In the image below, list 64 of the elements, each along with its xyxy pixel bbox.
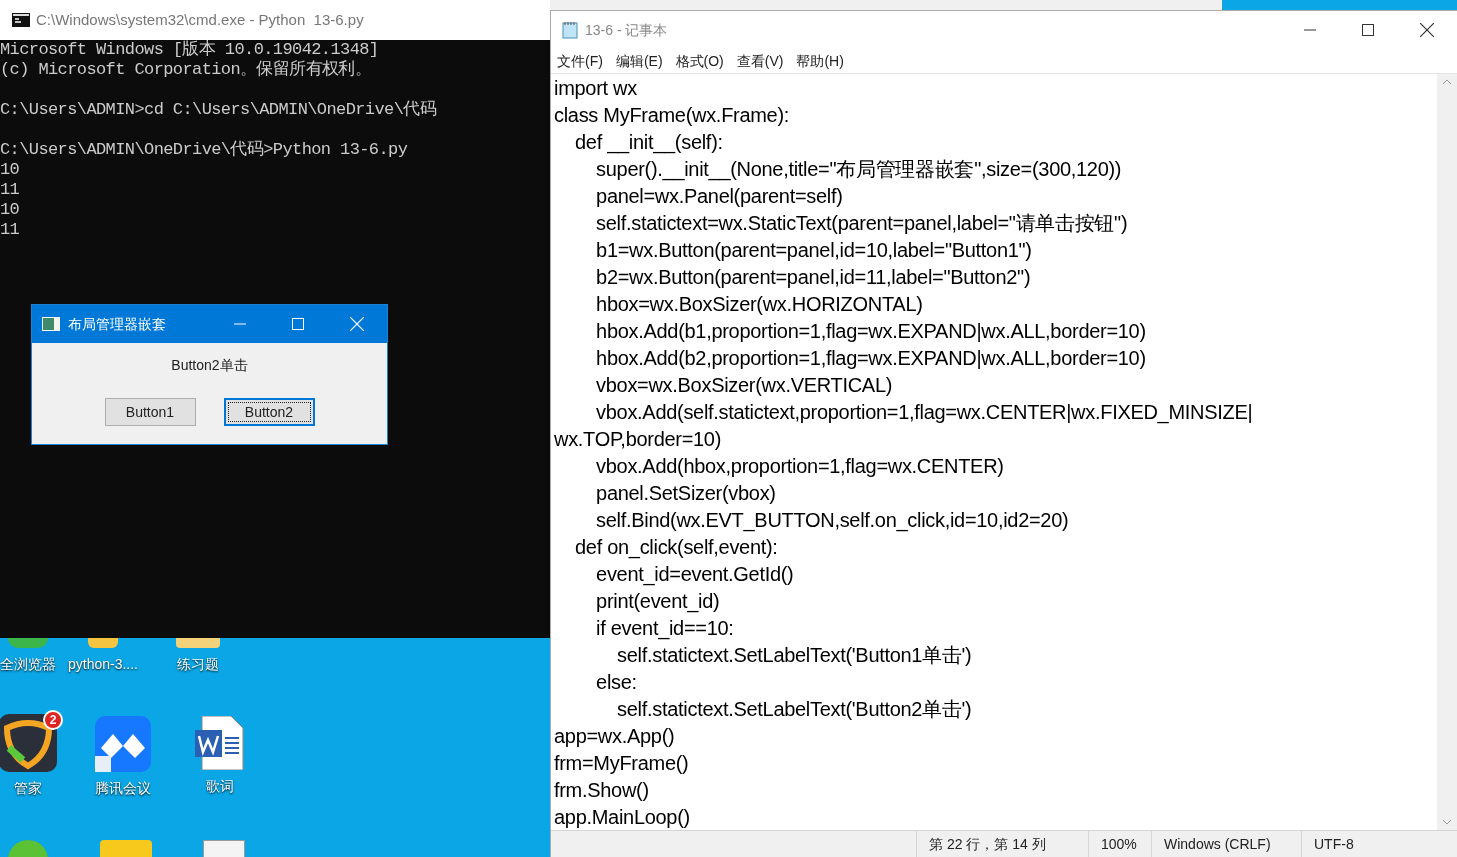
menu-item[interactable]: 查看(V) — [736, 50, 784, 72]
code-line: wx.TOP,border=10) — [554, 427, 723, 452]
window-title: 13-6 - 记事本 — [585, 20, 668, 40]
window-icon — [42, 317, 60, 331]
code-line: def on_click(self,event): — [574, 535, 779, 561]
status-label: Button2单击 — [171, 356, 248, 375]
meeting-app-icon[interactable] — [95, 716, 151, 772]
vertical-scrollbar[interactable] — [1437, 74, 1457, 830]
code-line: app=wx.App() — [554, 724, 676, 749]
menu-item[interactable]: 编辑(E) — [615, 50, 663, 72]
code-line: self.statictext.SetLabelText('Button2单击') — [616, 697, 973, 722]
window-title: C:\Windows\system32\cmd.exe - Python 13-6.py — [36, 9, 364, 30]
menu-item[interactable]: 文件(F) — [557, 50, 603, 72]
code-line: import wx — [554, 76, 638, 101]
notification-badge: 2 — [43, 710, 63, 730]
status-text: UTF-8 — [1301, 831, 1421, 857]
console-line: Microsoft Windows [版本 10.0.19042.1348] — [0, 40, 380, 60]
code-line: event_id=event.GetId() — [595, 562, 795, 588]
code-line: frm.Show() — [554, 778, 650, 803]
code-line: if event_id==10: — [595, 616, 735, 642]
console-line: (c) Microsoft Corporation。保留所有权利。 — [0, 60, 373, 80]
console-line: C:\Users\ADMIN\OneDrive\代码>Python 13-6.py — [0, 140, 409, 160]
code-line: self.statictext.SetLabelText('Button1单击') — [616, 643, 973, 668]
scroll-down-icon[interactable] — [1442, 818, 1452, 826]
code-line: self.Bind(wx.EVT_BUTTON,self.on_click,id=10,id2=20) — [595, 508, 1070, 534]
code-line: panel.SetSizer(vbox) — [595, 481, 777, 506]
close-icon[interactable] — [1420, 23, 1434, 37]
console-line: 11 — [0, 220, 21, 240]
code-line: hbox.Add(b1,proportion=1,flag=wx.EXPAND|wx.ALL,border=10) — [595, 319, 1147, 344]
console-line: 10 — [0, 200, 21, 220]
code-line: vbox.Add(self.statictext,proportion=1,flag=wx.CENTER|wx.FIXED_MINSIZE| — [595, 400, 1254, 426]
shield-app-icon[interactable] — [0, 714, 57, 772]
code-line: def __init__(self): — [574, 130, 724, 156]
code-line: hbox=wx.BoxSizer(wx.HORIZONTAL) — [595, 292, 924, 317]
code-line: frm=MyFrame() — [554, 751, 690, 776]
console-line: 11 — [0, 180, 21, 200]
code-line: class MyFrame(wx.Frame): — [554, 103, 791, 128]
code-line: b2=wx.Button(parent=panel,id=11,label="Button2") — [595, 265, 1032, 290]
maximize-icon[interactable] — [1362, 24, 1374, 36]
status-text: 第 22 行，第 14 列 — [916, 831, 1088, 857]
code-line: self.statictext=wx.StaticText(parent=panel,label="请单击按钮") — [595, 211, 1129, 236]
app-icon[interactable] — [88, 638, 118, 648]
console-line: 10 — [0, 160, 21, 180]
code-line: vbox.Add(hbox,proportion=1,flag=wx.CENTER) — [595, 454, 1005, 479]
code-line: app.MainLoop() — [554, 805, 691, 830]
status-text: 100% — [1088, 831, 1151, 857]
push-button[interactable]: Button1 — [104, 398, 196, 426]
scroll-up-icon[interactable] — [1442, 78, 1452, 86]
console-icon — [12, 13, 30, 27]
code-line: vbox=wx.BoxSizer(wx.VERTICAL) — [595, 373, 894, 398]
code-line: else: — [595, 670, 638, 695]
menu-item[interactable]: 帮助(H) — [796, 50, 844, 72]
word-document-icon[interactable] — [195, 716, 245, 770]
push-button[interactable]: Button2 — [223, 398, 315, 426]
window-title: 布局管理器嵌套 — [68, 314, 166, 334]
code-line: super().__init__(None,title="布局管理器嵌套",size=(300,120)) — [595, 157, 1123, 183]
code-line: panel=wx.Panel(parent=self) — [595, 184, 844, 209]
menu-item[interactable]: 格式(O) — [675, 50, 724, 72]
code-line: hbox.Add(b2,proportion=1,flag=wx.EXPAND|wx.ALL,border=10) — [595, 346, 1147, 371]
status-text: Windows (CRLF) — [1151, 831, 1301, 857]
console-line: C:\Users\ADMIN>cd C:\Users\ADMIN\OneDrive\代码 — [0, 100, 438, 120]
code-line: print(event_id) — [595, 589, 721, 615]
code-line: b1=wx.Button(parent=panel,id=10,label="Button1") — [595, 238, 1033, 263]
notepad-icon — [561, 21, 579, 39]
